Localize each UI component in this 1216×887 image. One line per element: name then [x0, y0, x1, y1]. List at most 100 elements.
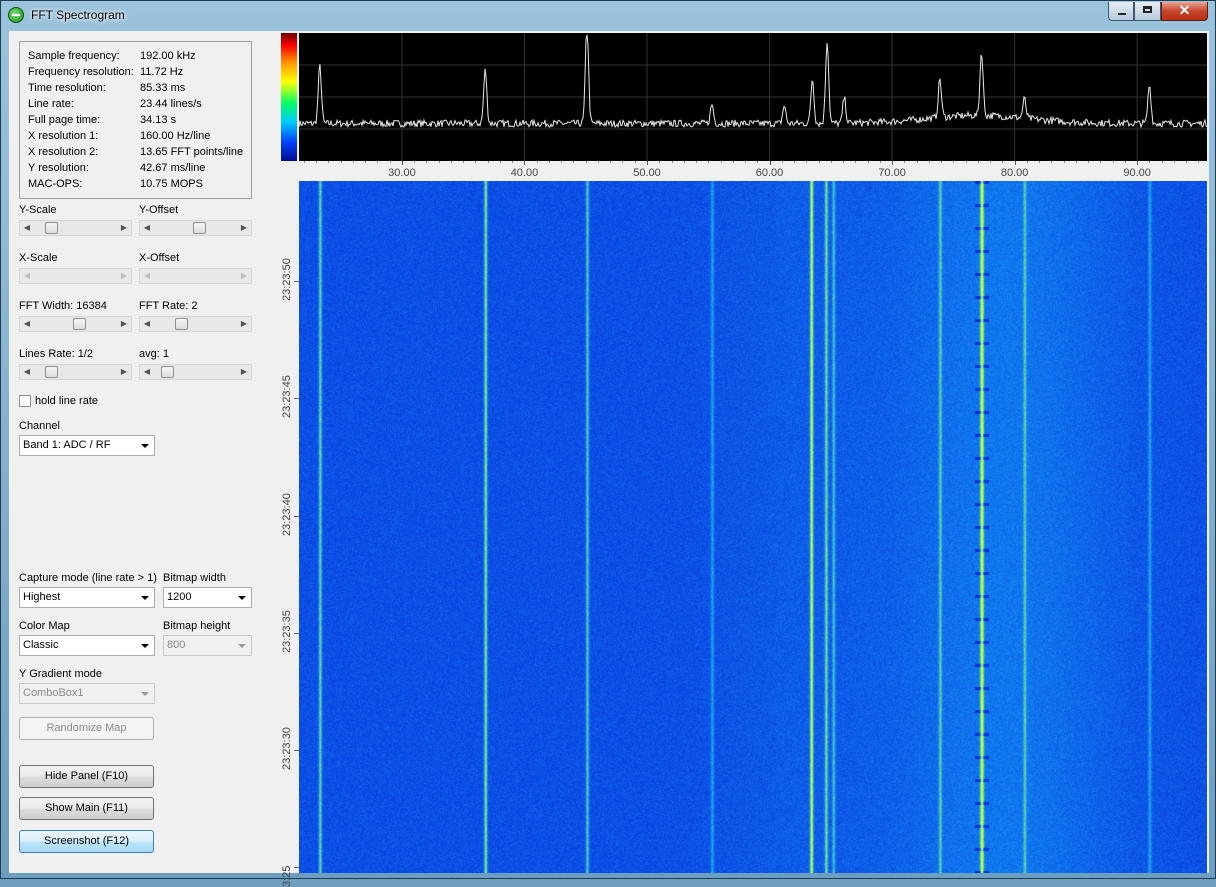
screenshot-button[interactable]: Screenshot (F12) [19, 830, 154, 853]
slider-thumb[interactable] [192, 222, 206, 234]
channel-select[interactable]: Band 1: ADC / RF [19, 435, 155, 456]
scroll-left-icon[interactable]: ◀ [21, 318, 33, 330]
info-key: Time resolution: [28, 82, 106, 94]
y-scale-slider[interactable]: ◀ ▶ [19, 220, 132, 236]
spectrum-svg [298, 33, 1208, 161]
x-scale-slider[interactable]: ◀ ▶ [19, 268, 132, 284]
chevron-down-icon[interactable] [238, 596, 246, 600]
x-offset-label: X-Offset [139, 252, 180, 264]
axis-tick [365, 161, 367, 163]
axis-tick [414, 161, 416, 163]
scroll-right-icon[interactable]: ▶ [118, 222, 130, 234]
channel-label: Channel [19, 420, 60, 432]
axis-tick [855, 161, 857, 163]
fft-rate-slider[interactable]: ◀ ▶ [139, 316, 252, 332]
avg-slider[interactable]: ◀ ▶ [139, 364, 252, 380]
axis-tick [867, 161, 869, 163]
lines-rate-slider[interactable]: ◀ ▶ [19, 364, 132, 380]
axis-tick [732, 161, 734, 163]
bitmap-width-select[interactable]: 1200 [163, 587, 252, 608]
spectrogram-view: 30.00 40.00 50.00 60.00 70.00 80.00 90.00 23:2… [279, 31, 1209, 887]
fft-width-slider[interactable]: ◀ ▶ [19, 316, 132, 332]
chevron-down-icon[interactable] [141, 596, 149, 600]
scroll-left-icon[interactable]: ◀ [21, 222, 33, 234]
scroll-right-icon[interactable]: ▶ [238, 318, 250, 330]
axis-tick [671, 161, 673, 163]
info-value: 23.44 lines/s [140, 98, 202, 110]
hide-panel-button[interactable]: Hide Panel (F10) [19, 765, 154, 788]
x-offset-slider[interactable]: ◀ ▶ [139, 268, 252, 284]
scroll-right-icon[interactable]: ▶ [238, 366, 250, 378]
axis-tick [892, 161, 894, 165]
axis-tick-label: 30.00 [388, 167, 416, 179]
info-value: 10.75 MOPS [140, 178, 203, 190]
scroll-left-icon[interactable]: ◀ [141, 318, 153, 330]
info-key: X resolution 2: [28, 146, 99, 158]
y-offset-slider[interactable]: ◀ ▶ [139, 220, 252, 236]
scroll-left-icon[interactable]: ◀ [141, 270, 153, 282]
app-icon[interactable] [8, 7, 24, 23]
waterfall-canvas [299, 181, 1207, 873]
slider-thumb[interactable] [175, 318, 188, 330]
show-main-button[interactable]: Show Main (F11) [19, 797, 154, 820]
axis-tick [720, 161, 722, 163]
axis-tick [757, 161, 759, 163]
axis-tick-label: 80.00 [1000, 167, 1029, 179]
minimize-button[interactable] [1108, 2, 1134, 21]
axis-tick [463, 161, 465, 163]
axis-tick [1039, 161, 1041, 163]
axis-tick-label: 70.00 [878, 167, 906, 179]
hold-line-rate-label[interactable]: hold line rate [35, 395, 98, 407]
axis-tick [499, 161, 501, 163]
slider-thumb[interactable] [44, 222, 58, 234]
waterfall-display[interactable] [299, 181, 1207, 873]
axis-tick [1075, 161, 1077, 163]
y-gradient-select[interactable]: ComboBox1 [19, 683, 155, 704]
chevron-down-icon [238, 644, 246, 648]
title-bar[interactable]: FFT Spectrogram ✕ [1, 1, 1215, 30]
spectrum-trace [298, 34, 1208, 129]
scroll-right-icon[interactable]: ▶ [118, 318, 130, 330]
close-button[interactable]: ✕ [1161, 2, 1208, 21]
scroll-right-icon[interactable]: ▶ [118, 270, 130, 282]
axis-tick-label: 40.00 [510, 167, 539, 179]
scroll-left-icon[interactable]: ◀ [21, 270, 33, 282]
info-key: Sample frequency: [28, 50, 120, 62]
color-scale-bar [281, 33, 297, 161]
axis-tick [1186, 161, 1188, 163]
chevron-down-icon[interactable] [141, 444, 149, 448]
window-title: FFT Spectrogram [31, 8, 125, 22]
axis-tick [1100, 161, 1102, 163]
slider-thumb[interactable] [72, 318, 86, 330]
y-gradient-label: Y Gradient mode [19, 668, 102, 680]
axis-tick [328, 161, 330, 163]
scroll-left-icon[interactable]: ◀ [21, 366, 33, 378]
color-map-select[interactable]: Classic [19, 635, 155, 656]
axis-tick [806, 161, 808, 163]
axis-tick [1149, 161, 1151, 163]
axis-tick [879, 161, 881, 163]
scroll-left-icon[interactable]: ◀ [141, 222, 153, 234]
spectrum-plot[interactable] [298, 33, 1208, 161]
slider-thumb[interactable] [44, 366, 58, 378]
hold-line-rate-checkbox[interactable] [19, 395, 31, 407]
axis-tick [769, 161, 771, 165]
chevron-down-icon [141, 692, 149, 696]
y-gradient-value: ComboBox1 [23, 687, 84, 699]
axis-tick [1112, 161, 1114, 163]
scroll-left-icon[interactable]: ◀ [141, 366, 153, 378]
capture-mode-select[interactable]: Highest [19, 587, 155, 608]
slider-thumb[interactable] [161, 366, 174, 378]
scroll-right-icon[interactable]: ▶ [238, 270, 250, 282]
randomize-map-button[interactable]: Randomize Map [19, 717, 154, 740]
bitmap-height-select[interactable]: 800 [163, 635, 252, 656]
axis-tick [561, 161, 563, 163]
bitmap-height-value: 800 [167, 639, 186, 651]
chevron-down-icon[interactable] [141, 644, 149, 648]
scroll-right-icon[interactable]: ▶ [238, 222, 250, 234]
scroll-right-icon[interactable]: ▶ [118, 366, 130, 378]
info-value: 34.13 s [140, 114, 177, 126]
axis-tick [1026, 161, 1028, 163]
maximize-button[interactable] [1134, 2, 1161, 21]
axis-tick [1124, 161, 1126, 163]
